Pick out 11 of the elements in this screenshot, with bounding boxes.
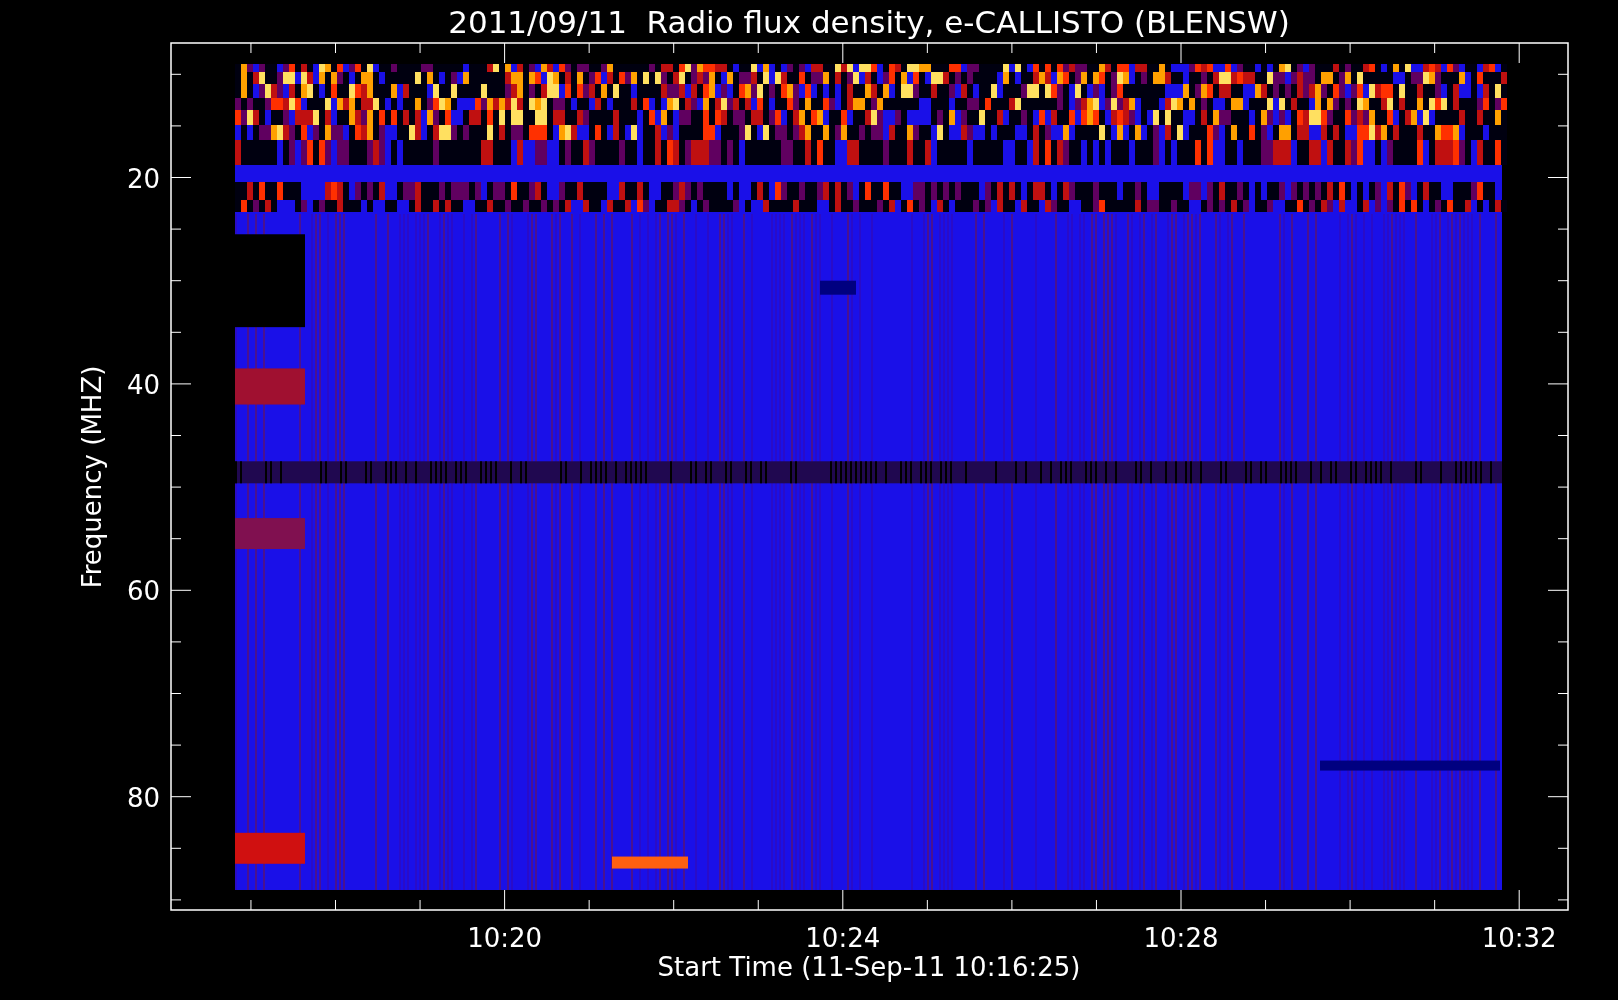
x-axis-label: Start Time (11-Sep-11 10:16:25) bbox=[657, 952, 1081, 982]
y-tick-label: 80 bbox=[126, 782, 160, 813]
y-tick-label: 40 bbox=[126, 369, 160, 400]
y-tick-label: 20 bbox=[126, 163, 160, 194]
x-tick-label: 10:24 bbox=[805, 923, 881, 953]
chart-title: 2011/09/11 Radio flux density, e-CALLISTO (BLENSW) bbox=[448, 4, 1290, 40]
y-axis-label: Frequency (MHZ) bbox=[77, 365, 107, 589]
x-tick-label: 10:28 bbox=[1143, 923, 1219, 953]
y-tick-label: 60 bbox=[126, 576, 160, 607]
x-tick-label: 10:32 bbox=[1481, 923, 1557, 953]
x-tick-label: 10:20 bbox=[467, 923, 543, 953]
